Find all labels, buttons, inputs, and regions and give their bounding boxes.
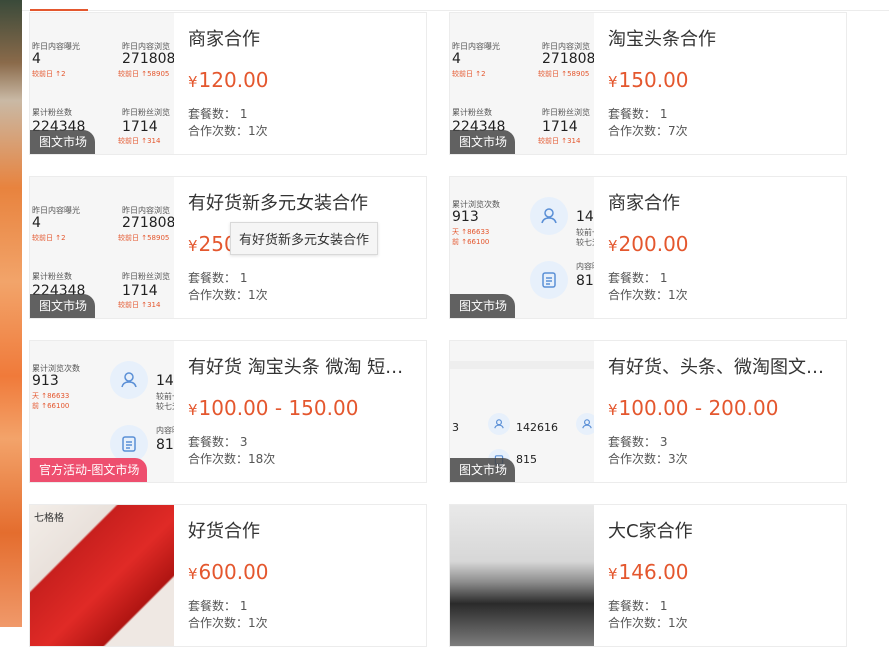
left-background-strip xyxy=(0,0,22,627)
package-count: 套餐数： 1 xyxy=(608,271,668,285)
coop-count: 合作次数：1次 xyxy=(188,616,268,630)
document-icon xyxy=(530,261,568,299)
coop-count: 合作次数：1次 xyxy=(188,288,268,302)
category-badge: 图文市场 xyxy=(30,130,96,154)
service-card[interactable]: 昨日内容曝光 4 较前日 ↑2 昨日内容浏览 271808 较前日 ↑58905… xyxy=(449,12,847,155)
card-thumbnail: 累计浏览次数 913 天 ↑86633 前 ↑66100 146 较前一 较七天… xyxy=(450,177,594,318)
package-count: 套餐数： 1 xyxy=(188,599,248,613)
card-title[interactable]: 淘宝头条合作 xyxy=(608,29,836,51)
package-count: 套餐数： 1 xyxy=(608,107,668,121)
card-thumbnail: 昨日内容曝光 4 较前日 ↑2 昨日内容浏览 271808 较前日 ↑58905… xyxy=(30,177,174,318)
category-badge: 图文市场 xyxy=(450,130,516,154)
active-tab-indicator xyxy=(30,9,88,11)
card-thumbnail: 累计浏览次数 913 天 ↑86633 前 ↑66100 146 较前一 较七天… xyxy=(30,341,174,482)
card-price: ¥600.00 xyxy=(188,560,269,584)
coop-count: 合作次数：7次 xyxy=(608,124,688,138)
service-card[interactable]: 累计浏览次数 913 天 ↑86633 前 ↑66100 146 较前一 较七天… xyxy=(29,340,427,483)
card-price: ¥200.00 xyxy=(608,232,689,256)
tab-underline xyxy=(22,10,889,11)
package-count: 套餐数： 3 xyxy=(608,435,668,449)
card-title[interactable]: 有好货、头条、微淘图文推... xyxy=(608,357,836,379)
category-badge: 图文市场 xyxy=(30,294,96,318)
card-price: ¥146.00 xyxy=(608,560,689,584)
category-badge: 图文市场 xyxy=(450,458,516,482)
dashboard-header xyxy=(450,361,594,369)
card-thumbnail: 七格格 xyxy=(30,505,174,646)
card-title[interactable]: 商家合作 xyxy=(608,193,836,215)
card-title[interactable]: 好货合作 xyxy=(188,521,416,543)
card-thumbnail: 3 142616 815 图文市场 xyxy=(450,341,594,482)
service-card[interactable]: 3 142616 815 图文市场 有好货、头条、微淘图文推... ¥100.0… xyxy=(449,340,847,483)
package-count: 套餐数： 1 xyxy=(188,107,248,121)
card-title[interactable]: 大C家合作 xyxy=(608,521,836,543)
package-count: 套餐数： 3 xyxy=(188,435,248,449)
users-icon xyxy=(576,413,594,435)
card-title[interactable]: 有好货新多元女装合作 xyxy=(188,193,416,215)
product-photo xyxy=(30,505,174,646)
card-thumbnail: 昨日内容曝光 4 较前日 ↑2 昨日内容浏览 271808 较前日 ↑58905… xyxy=(450,13,594,154)
card-thumbnail xyxy=(450,505,594,646)
coop-count: 合作次数：18次 xyxy=(188,452,276,466)
users-icon xyxy=(488,413,510,435)
card-price: ¥100.00 - 200.00 xyxy=(608,396,779,420)
card-price: ¥120.00 xyxy=(188,68,269,92)
coop-count: 合作次数：1次 xyxy=(188,124,268,138)
card-title[interactable]: 有好货 淘宝头条 微淘 短视... xyxy=(188,357,416,379)
card-price: ¥100.00 - 150.00 xyxy=(188,396,359,420)
category-badge: 官方活动-图文市场 xyxy=(30,458,148,482)
service-card[interactable]: 累计浏览次数 913 天 ↑86633 前 ↑66100 146 较前一 较七天… xyxy=(449,176,847,319)
service-card[interactable]: 昨日内容曝光 4 较前日 ↑2 昨日内容浏览 271808 较前日 ↑58905… xyxy=(29,12,427,155)
users-icon xyxy=(110,361,148,399)
coop-count: 合作次数：1次 xyxy=(608,288,688,302)
product-photo xyxy=(450,505,594,646)
users-icon xyxy=(530,197,568,235)
card-thumbnail: 昨日内容曝光 4 较前日 ↑2 昨日内容浏览 271808 较前日 ↑58905… xyxy=(30,13,174,154)
title-tooltip: 有好货新多元女装合作 xyxy=(230,222,379,255)
category-badge: 图文市场 xyxy=(450,294,516,318)
package-count: 套餐数： 1 xyxy=(188,271,248,285)
coop-count: 合作次数：3次 xyxy=(608,452,688,466)
card-price: ¥150.00 xyxy=(608,68,689,92)
service-card[interactable]: 七格格 好货合作 ¥600.00 套餐数： 1 合作次数：1次 xyxy=(29,504,427,647)
coop-count: 合作次数：1次 xyxy=(608,616,688,630)
right-margin xyxy=(875,0,889,627)
card-title[interactable]: 商家合作 xyxy=(188,29,416,51)
service-card[interactable]: 大C家合作 ¥146.00 套餐数： 1 合作次数：1次 xyxy=(449,504,847,647)
package-count: 套餐数： 1 xyxy=(608,599,668,613)
